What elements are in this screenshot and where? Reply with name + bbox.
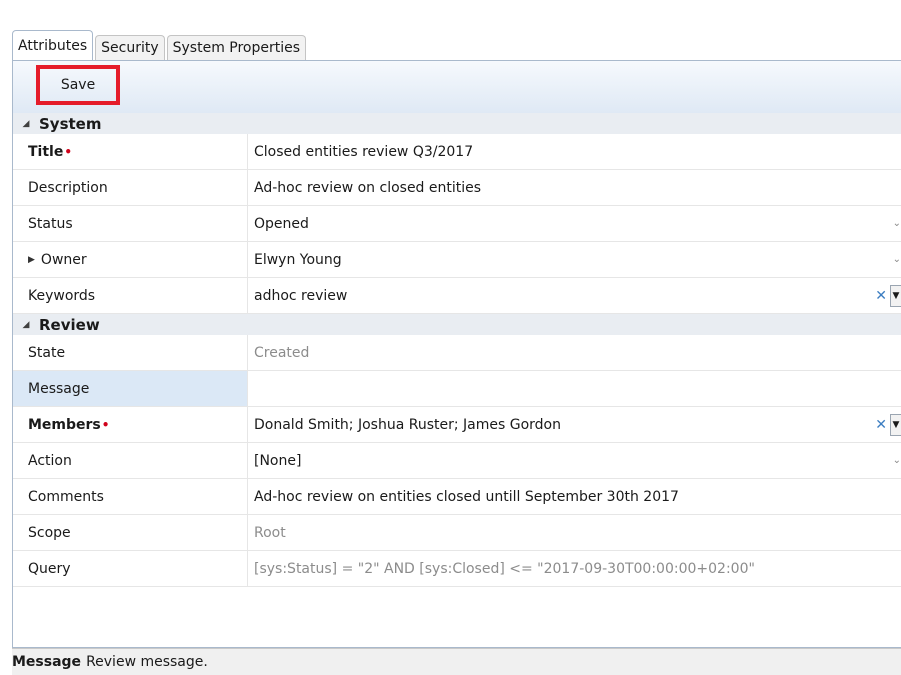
status-select[interactable]: Opened ⌄ [248, 206, 901, 241]
status-description: Review message. [86, 654, 208, 670]
status-field-name: Message [12, 654, 82, 670]
row-action: Action [None] ⌄ [13, 443, 901, 479]
state-value: Created [254, 344, 310, 361]
row-message: Message [13, 371, 901, 407]
members-field[interactable]: Donald Smith; Joshua Ruster; James Gordo… [248, 407, 901, 442]
row-scope: Scope Root [13, 515, 901, 551]
scope-label: Scope [13, 515, 248, 550]
collapse-triangle-icon[interactable]: ◢ [13, 119, 39, 129]
property-grid: ◢ System Title • Closed entities review Q… [13, 113, 901, 587]
chevron-down-icon[interactable]: ⌄ [893, 455, 901, 466]
section-review[interactable]: ◢ Review [13, 314, 901, 335]
toolbar: Save [13, 61, 901, 113]
message-field[interactable] [248, 371, 901, 406]
dropdown-button[interactable]: ▼ [890, 285, 901, 307]
action-label: Action [13, 443, 248, 478]
comments-field[interactable]: Ad-hoc review on entities closed untill … [248, 479, 901, 514]
status-bar: Message Review message. [12, 648, 901, 675]
required-marker: • [101, 417, 110, 432]
query-value: [sys:Status] = "2" AND [sys:Closed] <= "… [254, 560, 755, 577]
clear-icon[interactable]: ✕ [875, 288, 887, 304]
keywords-field[interactable]: adhoc review ✕ ▼ [248, 278, 901, 313]
message-label[interactable]: Message [13, 371, 248, 406]
keywords-label: Keywords [13, 278, 248, 313]
section-title: Review [39, 315, 100, 334]
description-label: Description [13, 170, 248, 205]
title-field[interactable]: Closed entities review Q3/2017 [248, 134, 901, 169]
row-keywords: Keywords adhoc review ✕ ▼ [13, 278, 901, 314]
row-comments: Comments Ad-hoc review on entities close… [13, 479, 901, 515]
state-label: State [13, 335, 248, 370]
attributes-panel: Save ◢ System Title • Closed entities rev… [12, 60, 901, 648]
row-state: State Created [13, 335, 901, 371]
section-title: System [39, 114, 102, 133]
row-owner: ▶ Owner Elwyn Young ⌄ [13, 242, 901, 278]
query-label: Query [13, 551, 248, 586]
chevron-down-icon[interactable]: ⌄ [893, 254, 901, 265]
save-button[interactable]: Save [36, 65, 120, 105]
scope-value: Root [254, 524, 286, 541]
dropdown-button[interactable]: ▼ [890, 414, 901, 436]
owner-label[interactable]: ▶ Owner [13, 242, 248, 277]
members-label: Members • [13, 407, 248, 442]
row-description: Description Ad-hoc review on closed enti… [13, 170, 901, 206]
row-status: Status Opened ⌄ [13, 206, 901, 242]
title-label: Title • [13, 134, 248, 169]
row-query: Query [sys:Status] = "2" AND [sys:Closed… [13, 551, 901, 587]
section-system[interactable]: ◢ System [13, 113, 901, 134]
description-field[interactable]: Ad-hoc review on closed entities [248, 170, 901, 205]
tab-security[interactable]: Security [95, 35, 165, 60]
action-select[interactable]: [None] ⌄ [248, 443, 901, 478]
tab-strip: Attributes Security System Properties [12, 30, 308, 60]
comments-label: Comments [13, 479, 248, 514]
expand-triangle-icon[interactable]: ▶ [28, 255, 35, 265]
status-label: Status [13, 206, 248, 241]
required-marker: • [64, 144, 73, 159]
owner-select[interactable]: Elwyn Young ⌄ [248, 242, 901, 277]
clear-icon[interactable]: ✕ [875, 417, 887, 433]
tab-attributes[interactable]: Attributes [12, 30, 94, 60]
chevron-down-icon[interactable]: ⌄ [893, 218, 901, 229]
row-members: Members • Donald Smith; Joshua Ruster; Ja… [13, 407, 901, 443]
row-title: Title • Closed entities review Q3/2017 [13, 134, 901, 170]
collapse-triangle-icon[interactable]: ◢ [13, 320, 39, 330]
tab-system-properties[interactable]: System Properties [166, 35, 307, 60]
